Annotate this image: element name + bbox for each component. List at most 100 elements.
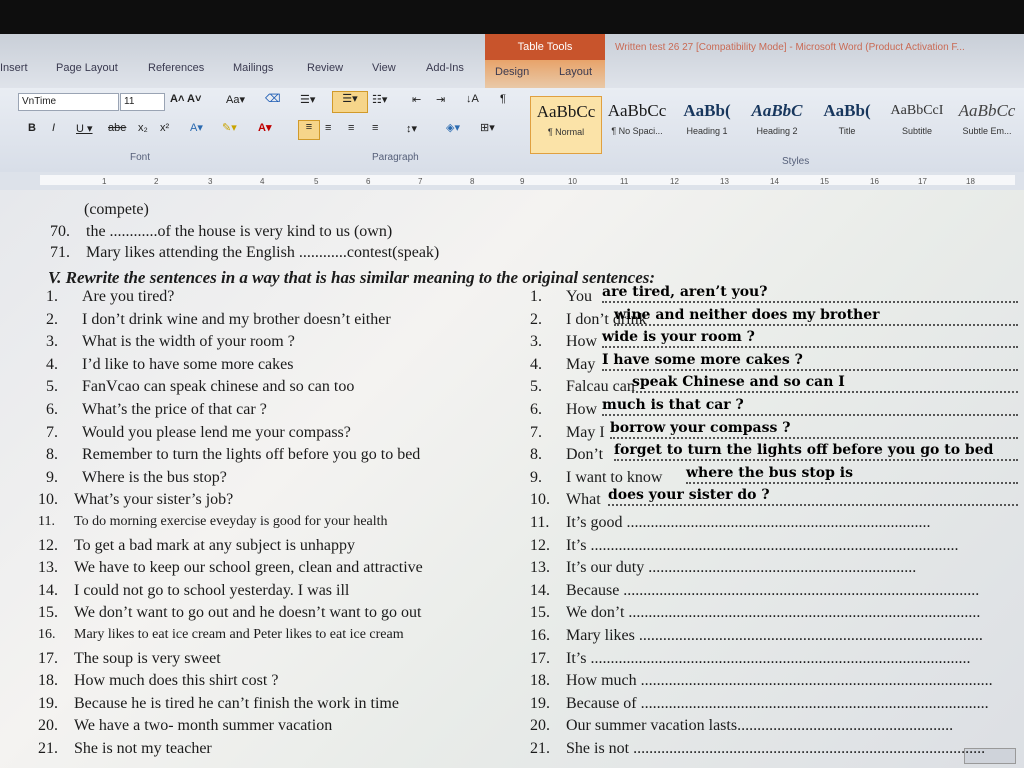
- style-preview: AaBb(: [683, 101, 731, 120]
- show-marks-icon[interactable]: ¶: [500, 93, 506, 105]
- item-text: What’s your sister’s job?: [74, 491, 234, 509]
- item-text: I could not go to school yesterday. I wa…: [74, 581, 350, 599]
- tab-layout[interactable]: Layout: [559, 66, 592, 78]
- line-spacing-icon[interactable]: ↕▾: [406, 122, 417, 135]
- decrease-indent-icon[interactable]: ⇤: [412, 93, 421, 106]
- subscript-button[interactable]: x₂: [138, 122, 148, 134]
- style-preview: AaBbC: [751, 101, 803, 120]
- cut-off-line: (compete): [84, 201, 149, 218]
- bold-button[interactable]: B: [28, 122, 36, 134]
- font-name-box[interactable]: VnTime: [18, 93, 119, 111]
- tab-mailings[interactable]: Mailings: [233, 62, 273, 74]
- item-prompt: It’s ...................................…: [566, 536, 959, 554]
- style-subtitle[interactable]: AaBbCcI Subtitle: [882, 96, 952, 152]
- tab-references[interactable]: References: [148, 62, 204, 74]
- style-subtle-emphasis[interactable]: AaBbCc Subtle Em...: [952, 96, 1022, 152]
- borders-icon[interactable]: ⊞▾: [480, 121, 495, 134]
- tab-add-ins[interactable]: Add-Ins: [426, 62, 464, 74]
- handwritten-answer[interactable]: are tired, aren’t you?: [602, 284, 767, 300]
- numbering-icon[interactable]: ☰▾: [332, 91, 368, 113]
- tab-review[interactable]: Review: [307, 62, 343, 74]
- underline-button[interactable]: U ▾: [76, 122, 93, 135]
- tab-page-layout[interactable]: Page Layout: [56, 62, 118, 74]
- item-number: 5.: [530, 378, 542, 396]
- rewrite-sentence-row: 14. Because .............................…: [530, 582, 979, 600]
- item-number: 12.: [38, 536, 58, 554]
- original-sentence-row: 21. She is not my teacher: [38, 740, 212, 758]
- ruler-number: 10: [568, 177, 577, 186]
- horizontal-ruler[interactable]: 1 2 3 4 5 6 7 8 9 10 11 12 13 14 15 16 1…: [0, 172, 1024, 191]
- font-group-label: Font: [130, 152, 151, 163]
- item-number: 21.: [530, 740, 550, 757]
- tab-view[interactable]: View: [372, 62, 396, 74]
- answer-dotted-line: [602, 345, 1018, 349]
- increase-indent-icon[interactable]: ⇥: [436, 93, 445, 106]
- tab-insert[interactable]: Insert: [0, 62, 28, 74]
- handwritten-answer[interactable]: does your sister do ?: [608, 487, 770, 503]
- change-case-button[interactable]: Aa▾: [226, 93, 245, 106]
- bullets-icon[interactable]: ☰▾: [300, 93, 315, 106]
- styles-group-label: Styles: [782, 156, 810, 167]
- style-heading-2[interactable]: AaBbC Heading 2: [742, 96, 812, 152]
- justify-icon[interactable]: ≡: [372, 122, 378, 134]
- handwritten-answer[interactable]: where the bus stop is: [686, 465, 853, 481]
- handwritten-answer[interactable]: wine and neither does my brother: [614, 307, 880, 323]
- align-right-icon[interactable]: ≡: [348, 122, 354, 134]
- item-text: Are you tired?: [82, 288, 175, 305]
- handwritten-answer[interactable]: forget to turn the lights off before you…: [614, 442, 993, 458]
- style-name: Subtitle: [901, 126, 933, 136]
- rewrite-sentence-row: 13. It’s our duty .......................…: [530, 559, 916, 577]
- handwritten-answer[interactable]: I have some more cakes ?: [602, 352, 803, 368]
- font-size-box[interactable]: 11: [120, 93, 165, 111]
- item-text: What is the width of your room ?: [82, 333, 295, 351]
- rewrite-sentence-row: 11. It’s good ...........................…: [530, 514, 930, 532]
- handwritten-answer[interactable]: much is that car ?: [602, 397, 744, 413]
- handwritten-answer[interactable]: borrow your compass ?: [610, 420, 790, 436]
- style-heading-1[interactable]: AaBb( Heading 1: [672, 96, 742, 152]
- answer-dotted-line: [614, 323, 1018, 326]
- grow-font-button[interactable]: A˄ A˅: [170, 93, 201, 105]
- style-no-spacing[interactable]: AaBbCc ¶ No Spaci...: [602, 96, 672, 152]
- style-name: ¶ Normal: [547, 127, 585, 137]
- italic-button[interactable]: I: [52, 122, 55, 134]
- document-page[interactable]: (compete) 70. the ............of the hous…: [0, 190, 1024, 768]
- item-number: 71.: [50, 244, 70, 261]
- item-number: 8.: [530, 446, 542, 464]
- rewrite-sentence-row: 18. How much ............................…: [530, 672, 993, 690]
- ruler-number: 3: [208, 177, 213, 186]
- align-left-icon[interactable]: ≡: [298, 120, 320, 140]
- style-title[interactable]: AaBb( Title: [812, 96, 882, 152]
- item-prompt: Our summer vacation lasts...............…: [566, 717, 954, 735]
- item-number: 18.: [530, 672, 550, 690]
- item-number: 2.: [46, 310, 58, 328]
- align-center-icon[interactable]: ≡: [325, 122, 331, 134]
- highlight-color-icon[interactable]: ✎▾: [222, 121, 237, 134]
- shading-icon[interactable]: ◈▾: [446, 121, 460, 134]
- style-preview: AaBbCc: [958, 101, 1016, 120]
- superscript-button[interactable]: x²: [160, 122, 169, 134]
- original-sentence-row: 17. The soup is very sweet: [38, 650, 221, 668]
- tab-design[interactable]: Design: [495, 66, 529, 78]
- item-number: 5.: [46, 378, 58, 396]
- item-number: 2.: [530, 310, 542, 328]
- ruler-number: 5: [314, 177, 319, 186]
- multilevel-list-icon[interactable]: ☷▾: [372, 93, 387, 106]
- item-number: 20.: [38, 717, 58, 735]
- item-text: Mary likes to eat ice cream and Peter li…: [74, 627, 404, 642]
- style-normal[interactable]: AaBbCc ¶ Normal: [530, 96, 602, 154]
- item-text: The soup is very sweet: [74, 649, 221, 667]
- answer-dotted-line: [602, 413, 1018, 416]
- ruler-number: 15: [820, 177, 829, 186]
- ruler-number: 13: [720, 177, 729, 186]
- item-text: Where is the bus stop?: [82, 468, 227, 486]
- handwritten-answer[interactable]: wide is your room ?: [602, 329, 755, 345]
- text-effects-icon[interactable]: A▾: [190, 121, 203, 134]
- item-number: 6.: [46, 401, 58, 418]
- strikethrough-button[interactable]: abe: [108, 122, 126, 134]
- rewrite-sentence-row: 19. Because of ..........................…: [530, 695, 989, 713]
- clear-format-icon[interactable]: ⌫: [265, 92, 281, 105]
- item-text: To get a bad mark at any subject is unha…: [74, 536, 356, 554]
- font-color-icon[interactable]: A▾: [258, 121, 271, 134]
- sort-icon[interactable]: ↓A: [466, 93, 479, 105]
- handwritten-answer[interactable]: speak Chinese and so can I: [632, 374, 845, 390]
